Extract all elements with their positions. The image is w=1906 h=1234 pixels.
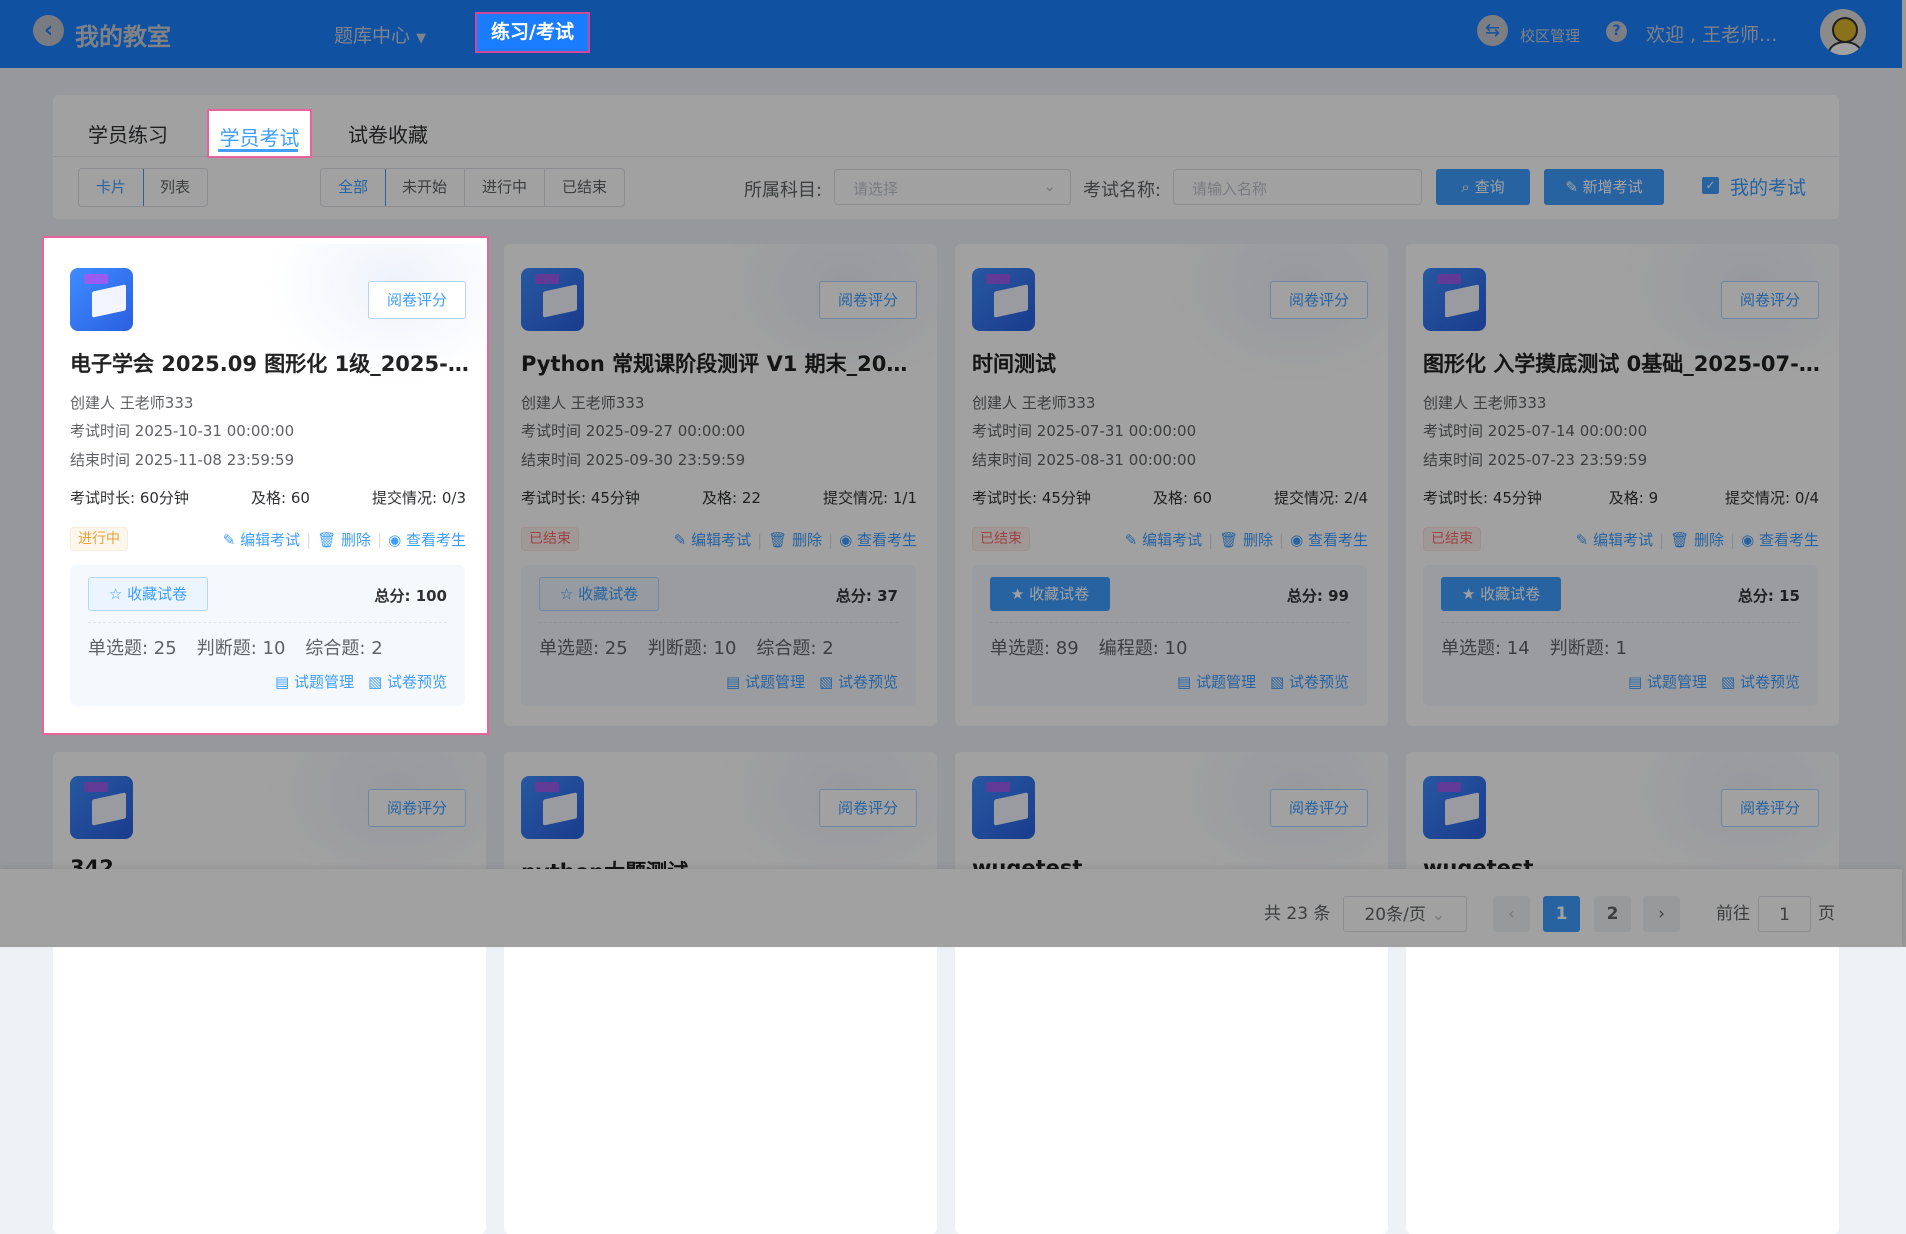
exam-title: 电子学会 2025.09 图形化 1级_2025-10-... [70, 352, 470, 376]
tab-underline [218, 149, 298, 152]
eye-icon: ◉ [388, 531, 402, 549]
question-count: 综合题: 2 [305, 638, 383, 659]
question-count: 判断题: 10 [196, 638, 286, 659]
start-label: 考试时间 [70, 422, 131, 440]
question-counts: 单选题: 25 判断题: 10 综合题: 2 [88, 634, 383, 660]
separator: | [377, 530, 383, 549]
creator-label: 创建人 [70, 394, 116, 412]
edit-exam-link[interactable]: ✎ 编辑考试 [223, 529, 300, 550]
duration: 考试时长: 60分钟 [70, 489, 189, 507]
nav-practice-exam[interactable]: 练习/考试 [475, 12, 590, 53]
card-actions: ✎ 编辑考试 | 🗑 删除 | ◉ 查看考生 [223, 529, 466, 550]
end-value: 2025-11-08 23:59:59 [134, 451, 295, 469]
preview-paper-link[interactable]: ▧ 试卷预览 [368, 671, 447, 692]
grade-button[interactable]: 阅卷评分 [368, 281, 466, 319]
view-students-link[interactable]: ◉ 查看考生 [388, 529, 466, 550]
favorite-paper-button[interactable]: ☆ 收藏试卷 [88, 577, 208, 611]
trash-icon: 🗑 [317, 531, 337, 549]
tab-label: 学员考试 [219, 126, 300, 150]
manage-questions-link[interactable]: ▤ 试题管理 [275, 671, 354, 692]
paper-info: ☆ 收藏试卷 总分: 100 单选题: 25 判断题: 10 综合题: 2 ▤ 试题… [70, 565, 465, 706]
exam-card: 阅卷评分 电子学会 2025.09 图形化 1级_2025-10-... 创建人… [53, 244, 486, 726]
question-count: 单选题: 25 [88, 638, 177, 659]
status-badge: 进行中 [70, 527, 128, 551]
start-time: 考试时间 2025-10-31 00:00:00 [70, 420, 294, 441]
end-label: 结束时间 [70, 451, 131, 469]
document-icon: ▤ [275, 673, 290, 691]
total-score: 总分: 100 [374, 587, 447, 605]
divider [88, 622, 447, 623]
tab-student-exam[interactable]: 学员考试 [207, 109, 312, 158]
edit-icon: ✎ [222, 531, 236, 549]
creator: 创建人 王老师333 [70, 392, 193, 413]
creator-value: 王老师333 [119, 394, 194, 412]
star-icon: ☆ [108, 585, 123, 603]
end-time: 结束时间 2025-11-08 23:59:59 [70, 449, 294, 470]
paper-links: ▤ 试题管理 ▧ 试卷预览 [275, 671, 447, 692]
start-value: 2025-10-31 00:00:00 [134, 422, 295, 440]
submission: 提交情况: 0/3 [372, 489, 466, 507]
delete-link[interactable]: 🗑 删除 [317, 529, 371, 550]
separator: | [306, 530, 312, 549]
pass-score: 及格: 60 [251, 489, 310, 507]
exam-cover-icon [70, 268, 133, 331]
preview-icon: ▧ [368, 673, 383, 691]
exam-stats: 考试时长: 60分钟 及格: 60 提交情况: 0/3 [70, 487, 466, 508]
